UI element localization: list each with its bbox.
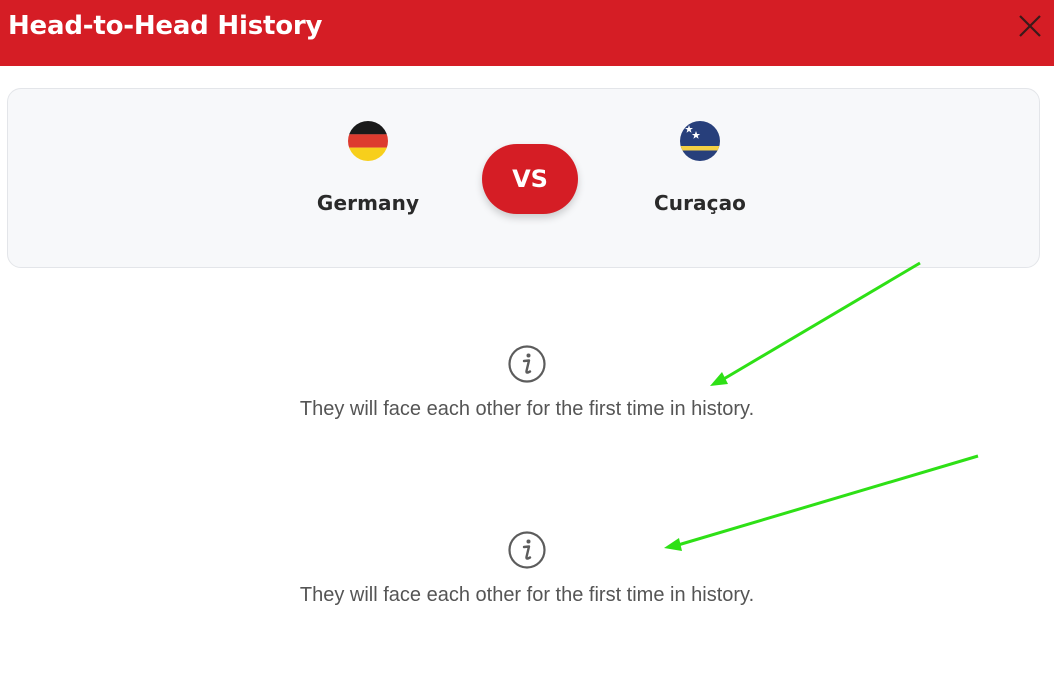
home-team: Germany [288,121,448,215]
info-message: They will face each other for the first … [0,530,1054,607]
info-message-text: They will face each other for the first … [299,398,755,420]
modal-header: Head-to-Head History [0,0,1054,66]
germany-flag-icon [348,121,388,161]
info-message-text: They will face each other for the first … [299,584,755,606]
info-icon [508,345,546,383]
info-icon [508,531,546,569]
close-icon[interactable] [1016,12,1044,40]
away-team-name: Curaçao [653,191,747,215]
home-team-name: Germany [316,191,420,215]
match-card: Germany VS Curaçao [7,88,1040,268]
modal-title: Head-to-Head History [8,11,323,41]
curacao-flag-icon [680,121,720,161]
away-team: Curaçao [620,121,780,215]
info-message: They will face each other for the first … [0,344,1054,421]
vs-badge: VS [482,144,578,214]
